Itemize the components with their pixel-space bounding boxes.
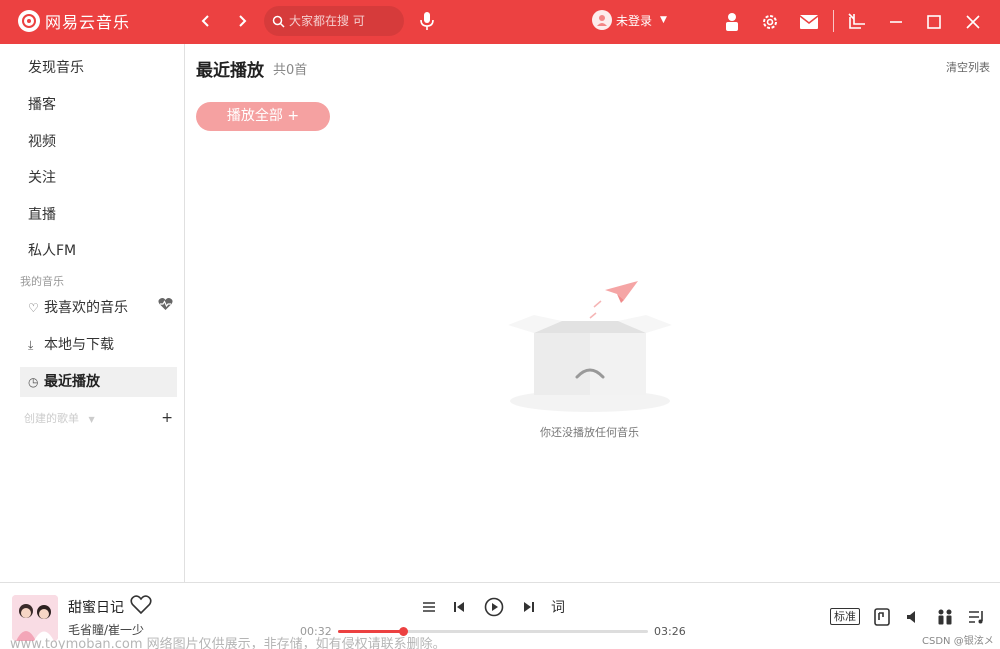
empty-state-text: 你还没播放任何音乐: [540, 426, 639, 439]
sidebar-item-video[interactable]: 视频: [20, 127, 177, 157]
sidebar-item-local-download[interactable]: ⤓ 本地与下载: [20, 330, 177, 360]
sidebar-item-follow[interactable]: 关注: [20, 163, 177, 193]
lyrics-button[interactable]: 词: [547, 596, 569, 618]
title-bar: 网易云音乐 未登录 ▼: [0, 0, 1000, 44]
maximize-icon[interactable]: [922, 10, 946, 34]
login-menu[interactable]: 未登录 ▼: [592, 10, 667, 30]
play-queue-icon[interactable]: [966, 606, 988, 628]
heartbeat-mode-icon[interactable]: [158, 293, 173, 323]
my-music-section-label: 我的音乐: [20, 275, 64, 288]
player-bar: 甜蜜日记 毛省瞳/崔一少 词 00:32 03:26 标准 www.toymob…: [0, 582, 1000, 649]
sidebar-item-label: 本地与下载: [44, 337, 114, 353]
microphone-icon[interactable]: [418, 10, 436, 36]
sidebar: 发现音乐 播客 视频 关注 直播 私人FM 我的音乐 ♡ 我喜欢的音乐 ⤓ 本地与下…: [4, 44, 185, 582]
volume-icon[interactable]: [902, 606, 924, 628]
sidebar-item-discover[interactable]: 发现音乐: [20, 53, 177, 83]
clock-icon: ◷: [28, 375, 39, 389]
song-count: 共0首: [273, 63, 308, 78]
chevron-down-icon: ▼: [660, 15, 667, 25]
sidebar-item-personal-fm[interactable]: 私人FM: [20, 236, 177, 266]
created-playlists-header[interactable]: 创建的歌单 ▼ +: [24, 410, 181, 426]
download-icon: ⤓: [28, 338, 34, 352]
song-title[interactable]: 甜蜜日记: [68, 597, 124, 617]
page-title: 最近播放: [196, 61, 264, 81]
main-content: 最近播放 共0首 清空列表 播放全部 + 你还没播放任何音乐: [186, 44, 1000, 582]
chevron-down-icon: ▼: [88, 415, 95, 424]
skin-person-icon[interactable]: [720, 10, 744, 34]
search-input[interactable]: [289, 14, 399, 28]
play-all-button[interactable]: 播放全部 +: [196, 102, 330, 131]
csdn-watermark: CSDN @银泫メ: [922, 636, 994, 647]
sidebar-item-label: 我喜欢的音乐: [44, 300, 128, 316]
listen-together-icon[interactable]: [934, 606, 956, 628]
sidebar-item-recent-played[interactable]: ◷ 最近播放: [20, 367, 177, 397]
sidebar-item-live[interactable]: 直播: [20, 200, 177, 230]
settings-gear-icon[interactable]: [758, 10, 782, 34]
heart-outline-icon: ♡: [28, 301, 39, 315]
clear-list-button[interactable]: 清空列表: [946, 59, 990, 75]
play-button-icon[interactable]: [483, 596, 505, 618]
netease-logo-icon: [18, 10, 40, 32]
sidebar-item-liked-music[interactable]: ♡ 我喜欢的音乐: [20, 293, 177, 323]
mini-mode-icon[interactable]: [845, 10, 869, 34]
minimize-icon[interactable]: [884, 10, 908, 34]
add-playlist-button[interactable]: +: [161, 410, 173, 426]
mail-icon[interactable]: [797, 10, 821, 34]
sidebar-item-label: 最近播放: [44, 374, 100, 390]
app-logo[interactable]: 网易云音乐: [18, 9, 130, 33]
close-icon[interactable]: [961, 10, 985, 34]
search-box[interactable]: [264, 6, 404, 36]
empty-box-illustration: [504, 279, 676, 418]
login-label: 未登录: [616, 13, 653, 28]
sound-effect-icon[interactable]: [871, 606, 893, 628]
user-avatar-icon: [592, 10, 612, 30]
back-arrow-icon[interactable]: [196, 12, 216, 32]
search-icon: [272, 15, 285, 28]
previous-track-icon[interactable]: [448, 596, 470, 618]
quality-button[interactable]: 标准: [830, 608, 860, 625]
forward-arrow-icon[interactable]: [232, 12, 252, 32]
sidebar-item-podcast[interactable]: 播客: [20, 90, 177, 120]
app-name: 网易云音乐: [45, 13, 131, 32]
titlebar-divider: [833, 10, 834, 32]
created-playlists-label: 创建的歌单: [24, 412, 79, 425]
watermark-text: www.toymoban.com 网络图片仅供展示，非存储，如有侵权请联系删除。: [10, 637, 446, 649]
like-heart-icon[interactable]: [130, 595, 152, 619]
next-track-icon[interactable]: [518, 596, 540, 618]
playlist-mode-icon[interactable]: [418, 596, 440, 618]
total-time: 03:26: [654, 625, 686, 638]
